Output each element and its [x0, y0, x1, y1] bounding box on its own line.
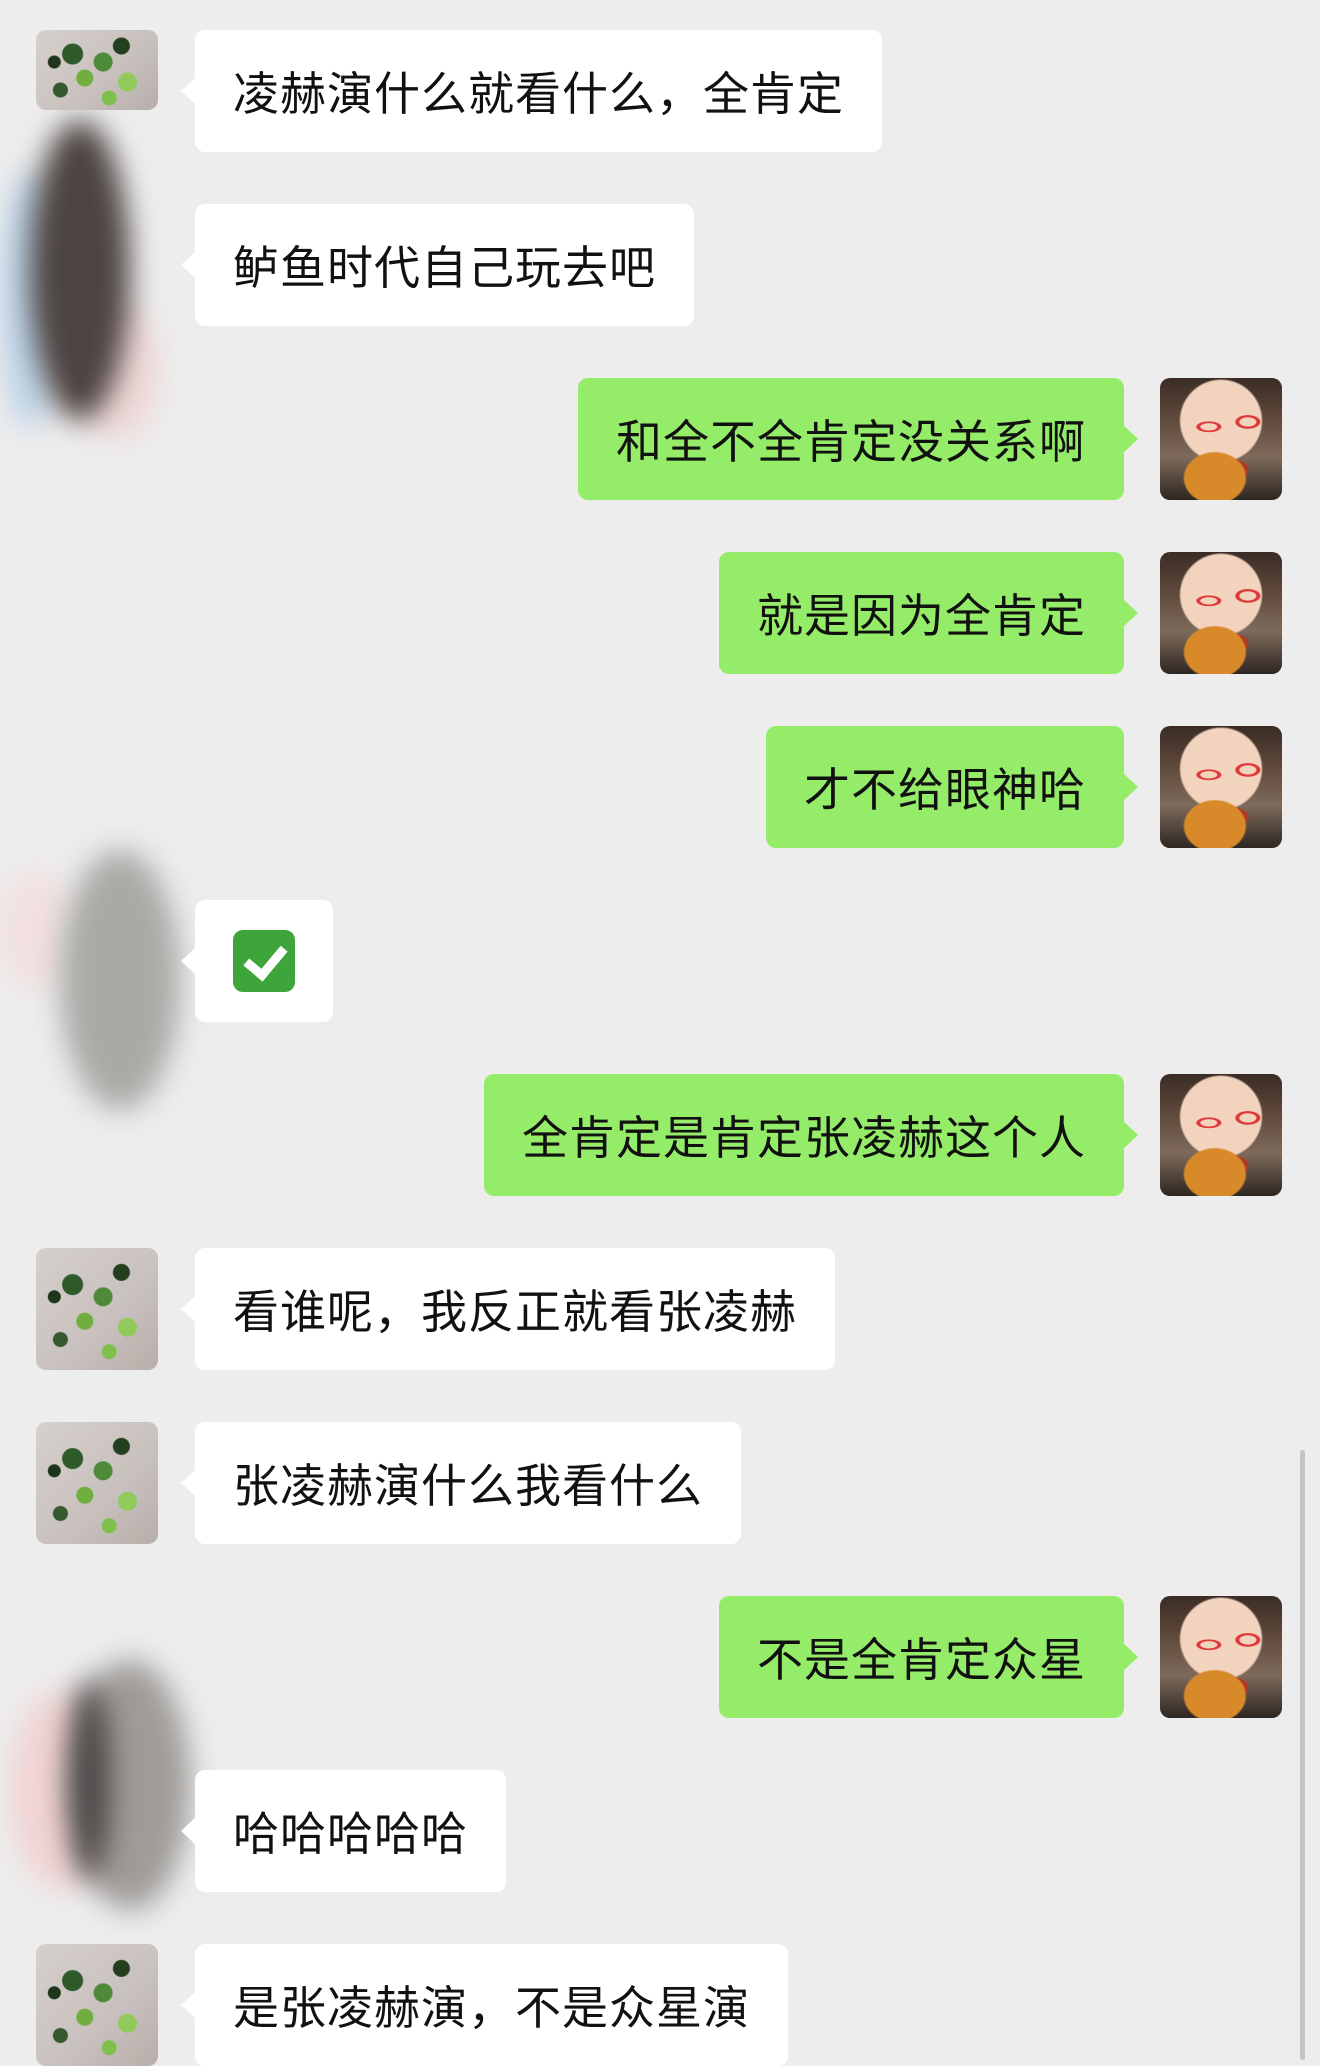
chat-message: 是张凌赫演，不是众星演 [0, 1944, 1320, 2066]
message-text: 不是全肯定众星 [757, 1633, 1086, 1687]
chat-message: 凌赫演什么就看什么，全肯定 [0, 30, 1320, 152]
plant-avatar[interactable] [36, 1248, 158, 1370]
scrollbar[interactable] [1300, 1450, 1305, 2060]
message-bubble[interactable]: 看谁呢，我反正就看张凌赫 [181, 1248, 835, 1370]
message-text: 看谁呢，我反正就看张凌赫 [233, 1285, 797, 1339]
message-bubble[interactable] [181, 900, 333, 1022]
chat-message: 就是因为全肯定 [0, 552, 1320, 674]
message-text: 鲈鱼时代自己玩去吧 [233, 241, 656, 295]
message-bubble[interactable]: 凌赫演什么就看什么，全肯定 [181, 30, 882, 152]
chat-message: 和全不全肯定没关系啊 [0, 378, 1320, 500]
message-bubble[interactable]: 是张凌赫演，不是众星演 [181, 1944, 788, 2066]
person-avatar[interactable] [1160, 1596, 1282, 1718]
message-bubble[interactable]: 哈哈哈哈哈 [181, 1770, 506, 1892]
person-avatar[interactable] [1160, 378, 1282, 500]
chat-message: 才不给眼神哈 [0, 726, 1320, 848]
message-bubble[interactable]: 才不给眼神哈 [766, 726, 1138, 848]
person-avatar[interactable] [1160, 726, 1282, 848]
chat-message: 不是全肯定众星 [0, 1596, 1320, 1718]
message-bubble[interactable]: 张凌赫演什么我看什么 [181, 1422, 741, 1544]
message-bubble[interactable]: 就是因为全肯定 [719, 552, 1138, 674]
chat-message: 张凌赫演什么我看什么 [0, 1422, 1320, 1544]
message-bubble[interactable]: 和全不全肯定没关系啊 [578, 378, 1138, 500]
chat-message: 鲈鱼时代自己玩去吧 [0, 204, 1320, 326]
message-text: 才不给眼神哈 [804, 763, 1086, 817]
message-bubble[interactable]: 不是全肯定众星 [719, 1596, 1138, 1718]
message-text: 全肯定是肯定张凌赫这个人 [522, 1111, 1086, 1165]
message-text: 就是因为全肯定 [757, 589, 1086, 643]
message-text: 是张凌赫演，不是众星演 [233, 1981, 750, 2035]
message-text: 凌赫演什么就看什么，全肯定 [233, 67, 844, 121]
message-text: 张凌赫演什么我看什么 [233, 1459, 703, 1513]
plant-avatar[interactable] [36, 1422, 158, 1544]
chat-message: 哈哈哈哈哈 [0, 1770, 1320, 1892]
chat-message: 看谁呢，我反正就看张凌赫 [0, 1248, 1320, 1370]
message-text: 哈哈哈哈哈 [233, 1807, 468, 1861]
message-bubble[interactable]: 鲈鱼时代自己玩去吧 [181, 204, 694, 326]
person-avatar[interactable] [1160, 552, 1282, 674]
chat-message: 全肯定是肯定张凌赫这个人 [0, 1074, 1320, 1196]
message-bubble[interactable]: 全肯定是肯定张凌赫这个人 [484, 1074, 1138, 1196]
person-avatar[interactable] [1160, 1074, 1282, 1196]
message-text: 和全不全肯定没关系啊 [616, 415, 1086, 469]
check-mark-emoji-icon [233, 930, 295, 992]
chat-message [0, 900, 1320, 1022]
plant-avatar[interactable] [36, 1944, 158, 2066]
